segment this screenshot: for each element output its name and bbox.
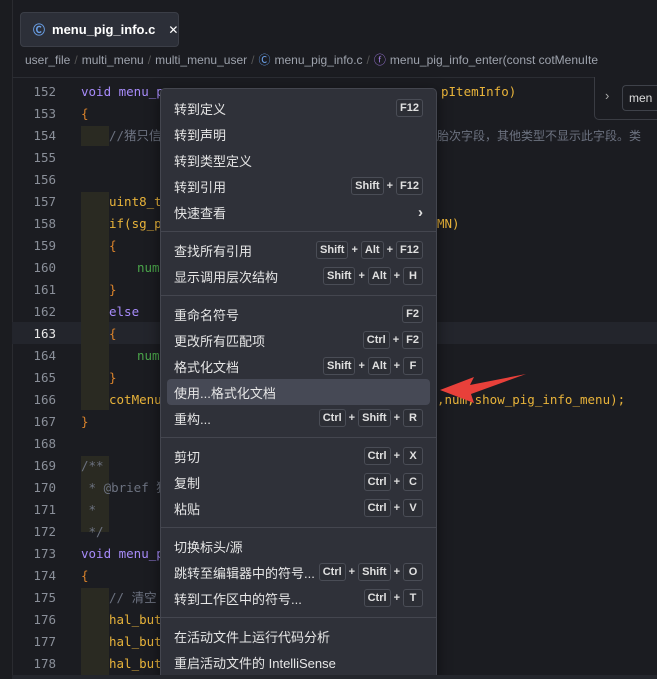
red-arrow-icon: [440, 374, 526, 403]
annotation-arrow: [440, 374, 526, 403]
bottom-panel: [12, 675, 657, 679]
